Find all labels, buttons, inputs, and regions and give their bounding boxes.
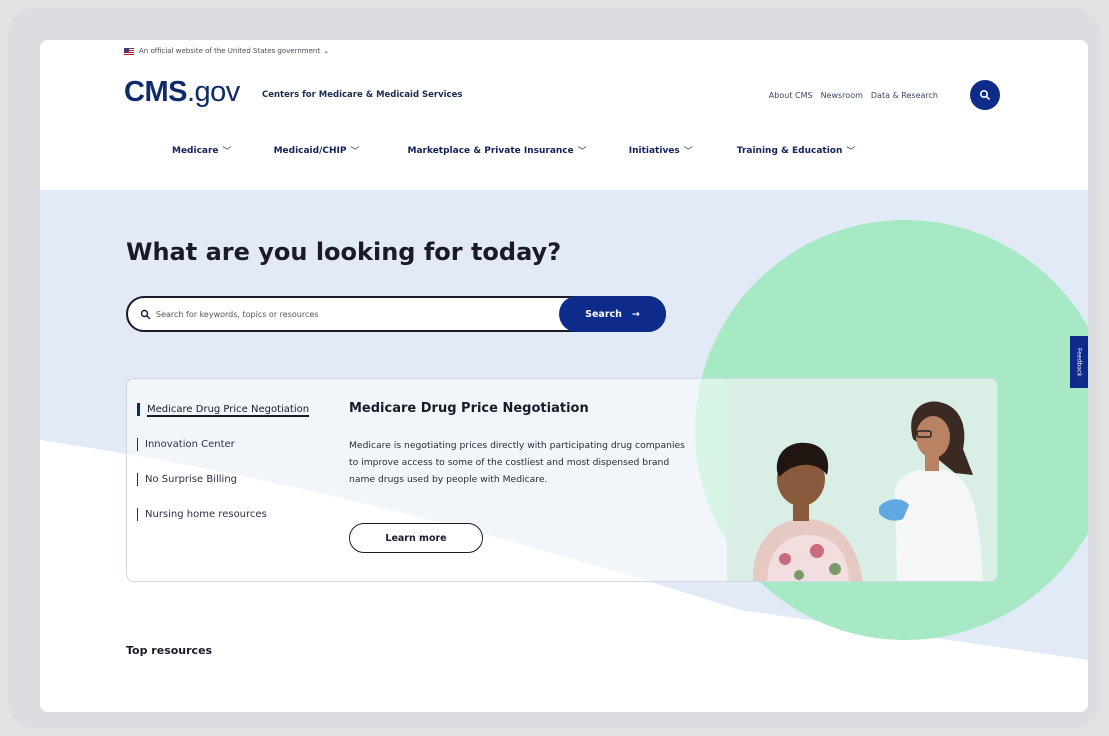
nav-label: Medicaid/CHIP (273, 145, 347, 156)
chevron-down-icon[interactable]: ⌄ (323, 47, 329, 55)
nav-label: Marketplace & Private Insurance (407, 145, 574, 156)
feature-tab-no-surprise[interactable]: No Surprise Billing (137, 473, 327, 486)
feedback-tab[interactable]: Feedback (1070, 336, 1088, 388)
search-button-label: Search (585, 308, 622, 320)
chevron-down-icon: ﹀ (222, 147, 232, 157)
feature-tabs: Medicare Drug Price Negotiation Innovati… (137, 403, 327, 543)
search-icon (138, 307, 152, 321)
logo-gov: .gov (186, 76, 240, 108)
utility-link-about[interactable]: About CMS (769, 91, 813, 100)
nav-label: Medicare (172, 145, 219, 156)
nav-training-education[interactable]: Training & Education ﹀ (736, 144, 856, 158)
hero-section: What are you looking for today? Search →… (40, 190, 1088, 712)
arrow-right-icon: → (631, 308, 640, 320)
hero-title: What are you looking for today? (126, 238, 562, 266)
utility-link-data[interactable]: Data & Research (871, 91, 938, 100)
cms-logo[interactable]: CMS.gov (124, 76, 240, 109)
nav-medicare[interactable]: Medicare ﹀ (172, 144, 232, 158)
logo-cms: CMS (124, 76, 187, 108)
feature-tab-label: Medicare Drug Price Negotiation (147, 404, 310, 417)
nav-marketplace[interactable]: Marketplace & Private Insurance ﹀ (407, 144, 587, 158)
us-flag-icon (124, 47, 134, 55)
chevron-down-icon: ﹀ (350, 147, 360, 157)
feature-tab-innovation[interactable]: Innovation Center (137, 438, 327, 451)
agency-tagline: Centers for Medicare & Medicaid Services (262, 90, 463, 100)
gov-banner[interactable]: An official website of the United States… (40, 40, 1088, 62)
nav-initiatives[interactable]: Initiatives ﹀ (628, 144, 693, 158)
main-nav: Medicare ﹀ Medicaid/CHIP ﹀ Marketplace &… (40, 144, 1088, 158)
search-icon (979, 89, 990, 100)
patient-nurse-photo (727, 379, 997, 581)
chevron-down-icon: ﹀ (577, 147, 587, 157)
site-header: CMS.gov Centers for Medicare & Medicaid … (40, 62, 1088, 190)
header-search-button[interactable] (970, 80, 1000, 110)
utility-nav: About CMS Newsroom Data & Research (769, 91, 938, 100)
nav-label: Initiatives (628, 145, 680, 156)
chevron-down-icon: ﹀ (846, 147, 856, 157)
chevron-down-icon: ﹀ (683, 147, 693, 157)
hero-search: Search → (126, 296, 666, 332)
top-resources-heading: Top resources (126, 644, 213, 657)
gov-banner-text: An official website of the United States… (139, 47, 321, 55)
browser-window: An official website of the United States… (40, 40, 1088, 712)
feature-description: Medicare is negotiating prices directly … (349, 440, 685, 485)
feature-title: Medicare Drug Price Negotiation (349, 401, 589, 416)
feature-tab-drug-price[interactable]: Medicare Drug Price Negotiation (137, 403, 327, 417)
nav-label: Training & Education (736, 145, 843, 156)
search-button[interactable]: Search → (559, 296, 666, 332)
feature-tab-nursing-home[interactable]: Nursing home resources (137, 508, 327, 521)
learn-more-button[interactable]: Learn more (349, 523, 483, 553)
nav-medicaid-chip[interactable]: Medicaid/CHIP ﹀ (273, 144, 360, 158)
feature-card: Medicare Drug Price Negotiation Innovati… (126, 378, 998, 582)
search-input[interactable] (156, 309, 546, 319)
utility-link-newsroom[interactable]: Newsroom (821, 91, 863, 100)
